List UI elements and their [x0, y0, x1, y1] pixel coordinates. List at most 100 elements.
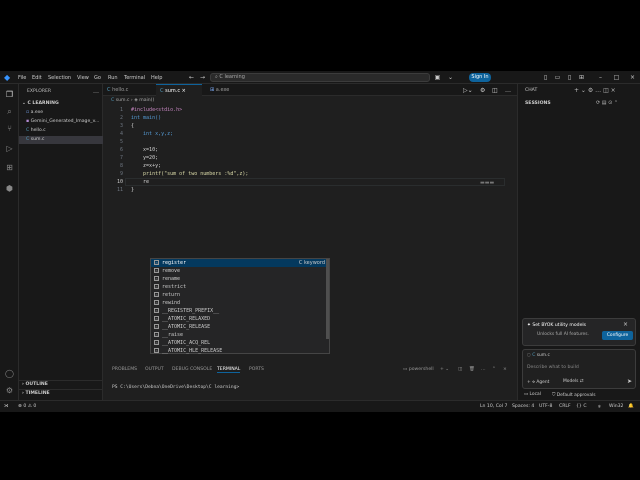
menu-go[interactable]: Go [94, 75, 101, 81]
search-icon[interactable]: ⌕ [3, 105, 16, 118]
suggestion-item[interactable]: ▭ remove [151, 267, 329, 275]
terminal-prompt[interactable]: PS C:\Users\Debna\OneDrive\Desktop\C lea… [112, 385, 239, 390]
platform[interactable]: Win32 [609, 404, 623, 409]
chat-toolbar-icons[interactable]: + ⌄ ⚙ … ◫ × [574, 87, 616, 94]
chat-input-placeholder[interactable]: Describe what to build [527, 365, 579, 370]
settings-gear-icon[interactable]: ⚙ [480, 87, 485, 94]
split-terminal-icon[interactable]: ◫ [458, 367, 462, 372]
tab-hello-c[interactable]: C hello.c [103, 84, 141, 96]
extensions-icon[interactable]: ⊞ [3, 161, 16, 174]
encoding[interactable]: UTF-8 [539, 404, 552, 409]
language-mode[interactable]: {} C [576, 404, 587, 409]
menu-help[interactable]: Help [151, 75, 162, 81]
files-icon[interactable]: ❐ [3, 88, 16, 101]
notifications-bell-icon[interactable]: 🔔 [628, 404, 634, 409]
promo-subtitle: Unlocks full AI features. [537, 332, 589, 337]
indentation[interactable]: Spaces: 4 [512, 404, 534, 409]
trash-icon[interactable]: 🗑 [469, 367, 475, 372]
timeline-section[interactable]: › TIMELINE [19, 389, 103, 397]
file-item-selected[interactable]: C sum.c [19, 136, 103, 144]
close-icon[interactable]: × [628, 73, 637, 82]
chat-input-box[interactable]: ◌ C sum.c Describe what to build + ⟡ Age… [522, 349, 636, 389]
back-arrow-icon[interactable]: ← [187, 73, 196, 82]
tab-output[interactable]: OUTPUT [145, 367, 164, 372]
split-editor-icon[interactable]: ◫ [492, 87, 498, 94]
tab-debug-console[interactable]: DEBUG CONSOLE [172, 367, 212, 372]
maximize-icon[interactable]: □ [612, 73, 621, 82]
terminal-shell[interactable]: ▭ powershell [403, 367, 434, 372]
add-terminal-icon[interactable]: + ⌄ [440, 367, 449, 372]
layout-auxbar-icon[interactable]: ▯ [565, 73, 574, 82]
account-icon[interactable]: ◯ [3, 367, 16, 380]
python-icon[interactable]: ⬢ [3, 182, 16, 195]
suggestion-item[interactable]: ▭ rename [151, 275, 329, 283]
menu-selection[interactable]: Selection [48, 75, 71, 81]
menu-view[interactable]: View [77, 75, 89, 81]
file-item[interactable]: ▪ Gemini_Generated_Image_v... [19, 118, 103, 126]
code-editor[interactable]: 1 #include<stdio.h> 2 int main() 3 {4 int x,y… [103, 106, 517, 276]
suggestion-item[interactable]: ▭ __ATOMIC_ACQ_REL [151, 339, 329, 347]
tab-terminal[interactable]: TERMINAL [217, 367, 241, 373]
customize-layout-icon[interactable]: ⊞ [577, 73, 586, 82]
close-panel-icon[interactable]: × [503, 367, 507, 372]
more-actions-icon[interactable]: … [93, 88, 99, 95]
more-actions-icon[interactable]: … [505, 87, 511, 94]
approvals-mode[interactable]: ⛉ Default approvals [552, 392, 596, 398]
run-debug-icon[interactable]: ▷ [3, 142, 16, 155]
file-item[interactable]: ▫ a.exe [19, 109, 103, 117]
tab-sum-c[interactable]: C sum.c × [156, 84, 202, 96]
suggestion-item[interactable]: ▭ __ATOMIC_RELEASE [151, 323, 329, 331]
suggestion-item[interactable]: ▭ __REGISTER_PREFIX__ [151, 307, 329, 315]
run-icon[interactable]: ▷⌄ [463, 87, 473, 94]
suggestion-item[interactable]: ▭ __raise [151, 331, 329, 339]
models-picker[interactable]: Models ⇄ [563, 379, 584, 384]
agent-mode-picker[interactable]: + ⟡ Agent [527, 379, 549, 385]
vscode-window: ◆ File Edit Selection View Go Run Termin… [0, 71, 640, 412]
layout-panel-icon[interactable]: ▭ [553, 73, 562, 82]
cursor-position[interactable]: Ln 10, Col 7 [480, 404, 507, 409]
tab-ports[interactable]: PORTS [249, 367, 264, 372]
minimap[interactable]: ▬▬▬ [480, 180, 494, 186]
chevron-down-icon[interactable]: ⌄ [446, 73, 455, 82]
folder-c-learning[interactable]: ⌄ C LEARNING [19, 100, 103, 108]
command-center-search[interactable]: ⌕ C learning [210, 73, 430, 82]
source-control-icon[interactable]: ⑂ [3, 122, 16, 135]
local-mode[interactable]: ▭ Local [524, 392, 541, 397]
line-number: 11 [116, 187, 123, 193]
settings-gear-icon[interactable]: ⚙ [3, 384, 16, 397]
maximize-panel-icon[interactable]: ⌃ [492, 367, 496, 372]
menu-run[interactable]: Run [108, 75, 118, 81]
outline-section[interactable]: › OUTLINE [19, 380, 103, 388]
close-icon[interactable]: × [623, 321, 628, 328]
more-actions-icon[interactable]: … [481, 367, 486, 372]
menu-file[interactable]: File [18, 75, 26, 81]
tab-problems[interactable]: PROBLEMS [112, 367, 137, 372]
context-file-chip[interactable]: ◌ C sum.c [527, 353, 550, 358]
suggestion-item[interactable]: ▭ register C keyword [151, 259, 329, 267]
file-item[interactable]: C hello.c [19, 127, 103, 135]
suggestion-item[interactable]: ▭ __ATOMIC_RELAXED [151, 315, 329, 323]
suggestion-item[interactable]: ▭ rewind [151, 299, 329, 307]
line-ending[interactable]: CRLF [559, 404, 571, 409]
suggestion-label: __raise [162, 332, 184, 338]
sessions-actions[interactable]: ⟳ ▤ ⊙ ⌃ [596, 100, 618, 106]
minimize-icon[interactable]: – [596, 73, 605, 82]
suggestion-item[interactable]: ▭ return [151, 291, 329, 299]
remote-icon[interactable]: ⋊ [4, 404, 9, 409]
tab-a-exe[interactable]: ⊞ a.exe [206, 84, 244, 96]
copilot-icon[interactable]: ⌾ [598, 404, 601, 410]
menu-edit[interactable]: Edit [32, 75, 42, 81]
sign-in-button[interactable]: Sign In [469, 73, 491, 82]
configure-button[interactable]: Configure [602, 331, 633, 340]
suggestion-scrollbar[interactable] [326, 259, 329, 339]
send-icon[interactable]: ➤ [627, 378, 632, 385]
problems-status[interactable]: ⊗ 0 ⚠ 0 [18, 404, 36, 409]
suggestion-item[interactable]: ▭ restrict [151, 283, 329, 291]
menu-terminal[interactable]: Terminal [124, 75, 145, 81]
forward-arrow-icon[interactable]: → [198, 73, 207, 82]
suggestion-item[interactable]: ▭ __ATOMIC_HLE_RELEASE [151, 347, 329, 355]
close-tab-icon[interactable]: × [182, 88, 186, 94]
keyword-icon: ▭ [154, 324, 159, 329]
chat-icon[interactable]: ▣ [433, 73, 442, 82]
layout-sidebar-icon[interactable]: ▯ [541, 73, 550, 82]
